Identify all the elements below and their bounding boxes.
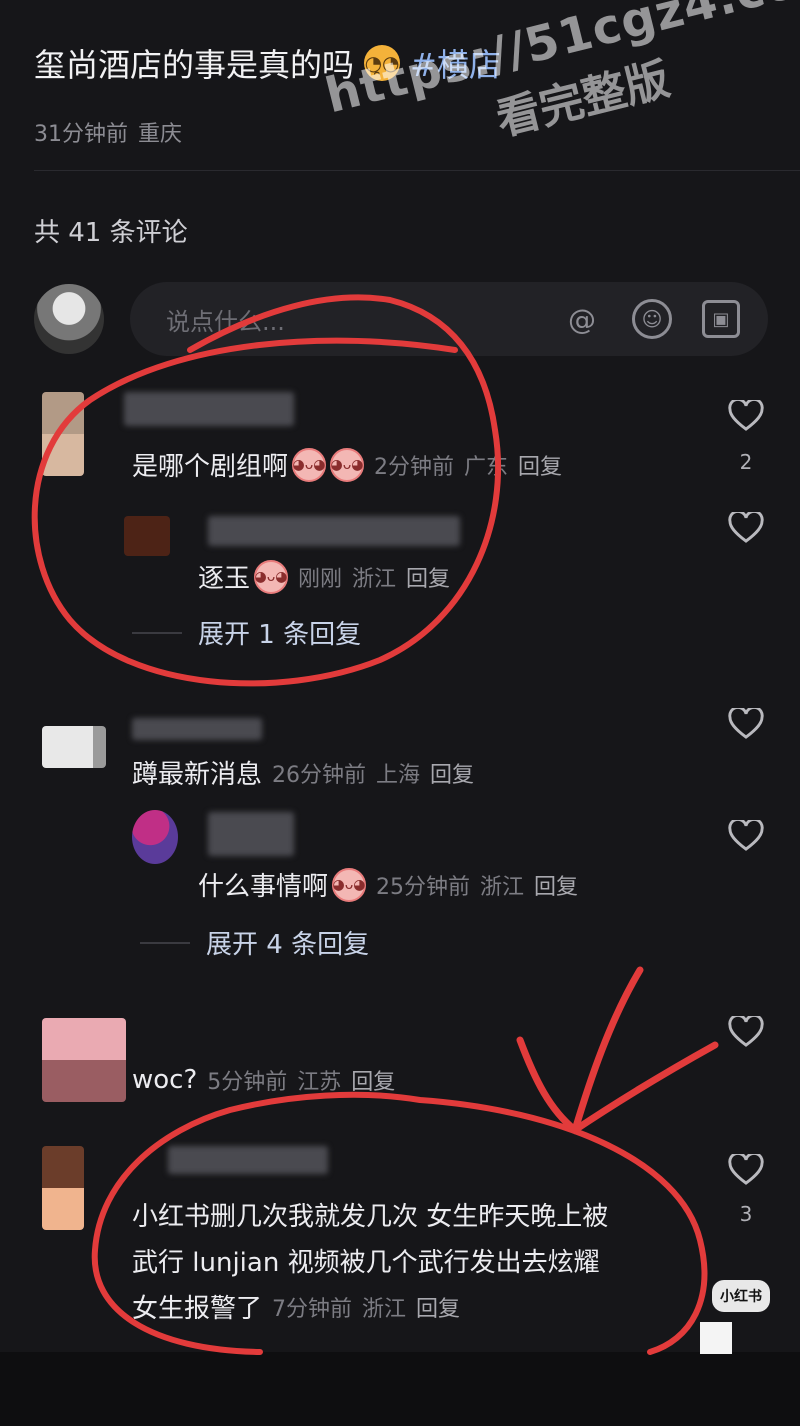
like-button[interactable] xyxy=(726,1154,766,1190)
comment-count: 共 41 条评论 xyxy=(34,218,188,248)
divider xyxy=(34,170,800,171)
xiaohongshu-logo: 小红书 xyxy=(712,1280,770,1312)
reply-button[interactable]: 回复 xyxy=(518,449,562,481)
comment-3: woc? 5分钟前 江苏 回复 xyxy=(132,1064,395,1096)
sticker-icon: ◕ᴗ◕ xyxy=(292,447,327,482)
heart-icon xyxy=(728,820,764,851)
sticker-icon: ◕ᴗ◕ xyxy=(330,447,365,482)
comment-input-placeholder[interactable]: 说点什么... xyxy=(166,302,562,337)
comment-1: 是哪个剧组啊 ◕ᴗ◕ ◕ᴗ◕ 2分钟前 广东 回复 xyxy=(132,446,562,483)
comment-4-last: 女生报警了 7分钟前 浙江 回复 xyxy=(132,1288,460,1325)
like-button[interactable] xyxy=(726,1016,766,1052)
post-meta: 31分钟前 重庆 xyxy=(34,116,182,148)
like-count: 2 xyxy=(739,450,753,474)
reply-location: 浙江 xyxy=(352,566,397,592)
comment-time: 26分钟前 xyxy=(272,762,367,788)
avatar[interactable] xyxy=(132,810,178,864)
post-time: 31分钟前 xyxy=(34,122,128,147)
comment-text: woc? xyxy=(132,1065,198,1095)
reply-2: 什么事情啊 ◕ᴗ◕ 25分钟前 浙江 回复 xyxy=(198,866,578,903)
sticker-icon: ◕ᴗ◕ xyxy=(332,867,367,902)
like-count: 3 xyxy=(739,1202,753,1226)
username-blurred[interactable] xyxy=(124,392,294,426)
username-blurred[interactable] xyxy=(132,718,262,740)
reply-text: 逐玉 xyxy=(198,564,251,594)
reply-button[interactable]: 回复 xyxy=(351,1064,395,1096)
comment-location: 浙江 xyxy=(362,1296,407,1322)
avatar[interactable] xyxy=(42,726,106,768)
reply-button[interactable]: 回复 xyxy=(534,869,578,901)
heart-icon xyxy=(728,1154,764,1185)
expand-divider xyxy=(132,631,182,634)
reply-button[interactable]: 回复 xyxy=(416,1291,460,1323)
current-user-avatar[interactable] xyxy=(34,284,104,354)
comment-time: 7分钟前 xyxy=(272,1296,353,1322)
emoji-icon[interactable]: ☺ xyxy=(632,299,672,339)
expand-divider xyxy=(140,941,190,944)
like-button[interactable] xyxy=(726,512,766,548)
comment-location: 江苏 xyxy=(297,1070,342,1095)
comment-input[interactable]: 说点什么... @ ☺ ▣ xyxy=(130,282,768,356)
at-mention-icon[interactable]: @ xyxy=(562,299,602,339)
like-button[interactable] xyxy=(726,820,766,856)
comment-4-line-2: 武行 lunjian 视频被几个武行发出去炫耀 xyxy=(132,1248,600,1278)
expand-replies-button[interactable]: 展开 4 条回复 xyxy=(140,924,369,961)
post-location: 重庆 xyxy=(138,122,183,147)
comment-text: 蹲最新消息 xyxy=(132,760,263,790)
comment-time: 2分钟前 xyxy=(374,454,455,480)
comment-text: 是哪个剧组啊 xyxy=(132,452,289,482)
comment-text: 女生报警了 xyxy=(132,1294,263,1324)
comment-2: 蹲最新消息 26分钟前 上海 回复 xyxy=(132,754,474,791)
image-icon[interactable]: ▣ xyxy=(702,300,740,338)
reply-button[interactable]: 回复 xyxy=(406,561,450,593)
reply-button[interactable]: 回复 xyxy=(430,757,474,789)
heart-icon xyxy=(728,708,764,739)
watermark: https://51cgz4.com 看完整版 xyxy=(320,0,800,186)
heart-icon xyxy=(728,512,764,543)
avatar[interactable] xyxy=(42,1018,126,1102)
heart-icon xyxy=(728,400,764,431)
avatar[interactable] xyxy=(42,392,84,476)
comment-location: 广东 xyxy=(464,454,509,480)
reply-text: 什么事情啊 xyxy=(198,872,329,902)
expand-label[interactable]: 展开 4 条回复 xyxy=(206,924,369,961)
corner-square xyxy=(700,1322,732,1354)
username-blurred[interactable] xyxy=(168,1146,328,1174)
comment-location: 上海 xyxy=(376,762,421,788)
reply-time: 刚刚 xyxy=(298,566,343,592)
expand-replies-button[interactable]: 展开 1 条回复 xyxy=(132,614,361,651)
comment-4-line-1: 小红书删几次我就发几次 女生昨天晚上被 xyxy=(132,1202,609,1232)
like-button[interactable] xyxy=(726,400,766,436)
avatar[interactable] xyxy=(42,1146,84,1230)
heart-icon xyxy=(728,1016,764,1047)
bottom-bar xyxy=(0,1352,800,1426)
reply-location: 浙江 xyxy=(480,874,525,900)
sticker-icon: ◕ᴗ◕ xyxy=(254,559,289,594)
expand-label[interactable]: 展开 1 条回复 xyxy=(198,614,361,651)
username-blurred[interactable] xyxy=(208,516,460,546)
annotation-arrow xyxy=(516,966,719,1135)
reply-time: 25分钟前 xyxy=(376,874,471,900)
like-button[interactable] xyxy=(726,708,766,744)
post-title-text: 玺尚酒店的事是真的吗 xyxy=(34,46,355,84)
reply-1: 逐玉 ◕ᴗ◕ 刚刚 浙江 回复 xyxy=(198,558,450,595)
avatar[interactable] xyxy=(124,516,170,556)
username-blurred[interactable] xyxy=(208,812,294,856)
comment-time: 5分钟前 xyxy=(207,1070,288,1095)
